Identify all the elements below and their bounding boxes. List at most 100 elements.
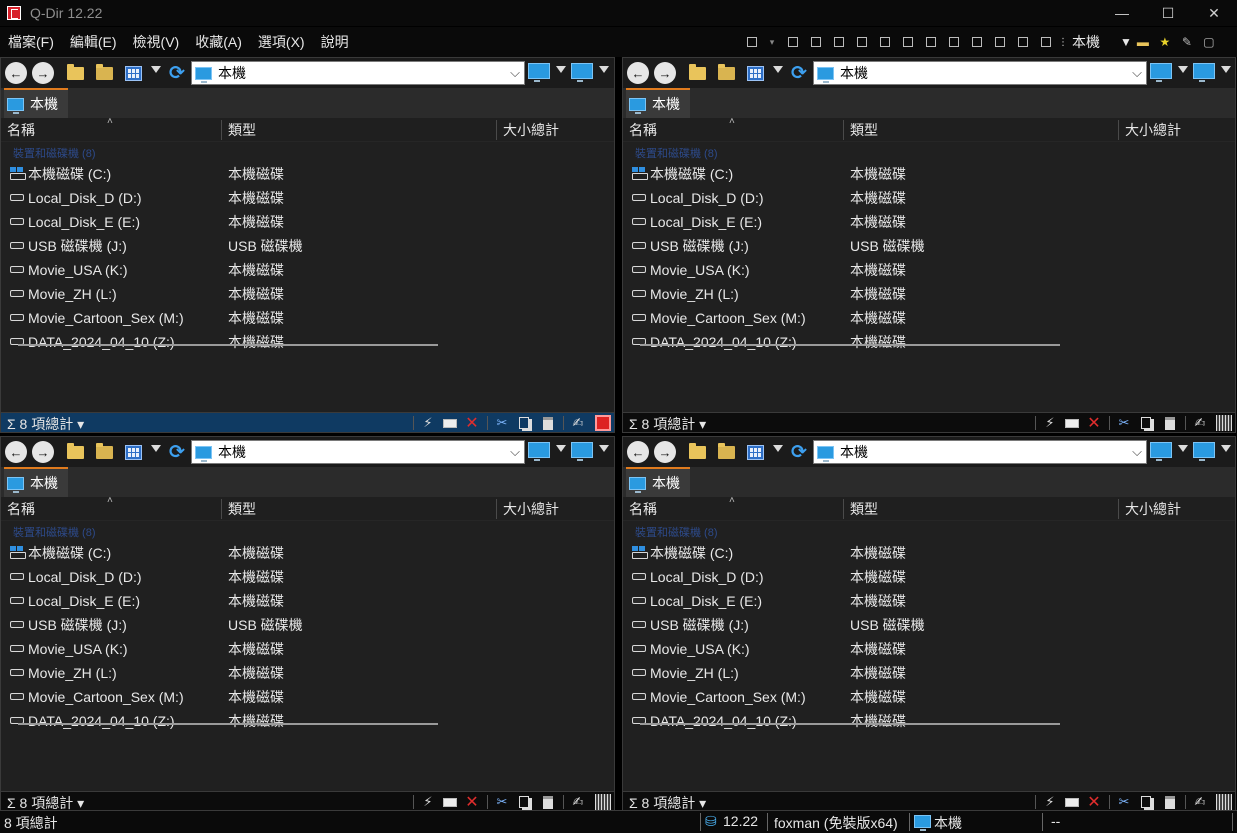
horizontal-scrollbar[interactable]	[18, 723, 438, 725]
drive-row[interactable]: Local_Disk_D (D:) 本機磁碟	[623, 186, 1235, 210]
drive-row[interactable]: Movie_USA (K:) 本機磁碟	[1, 637, 614, 661]
address-bar[interactable]: 本機 ⌵	[191, 61, 525, 85]
desktop-b-icon[interactable]	[571, 63, 593, 82]
drive-row[interactable]: Movie_Cartoon_Sex (M:) 本機磁碟	[623, 685, 1235, 709]
layout-mixed-a-icon[interactable]	[965, 27, 988, 57]
desktop-a-icon[interactable]	[528, 442, 550, 461]
column-type[interactable]: 類型	[844, 118, 1118, 142]
quick-launch-icon[interactable]: ⚡	[1041, 794, 1059, 810]
open-folder-icon[interactable]	[94, 63, 114, 83]
forward-icon[interactable]: →	[32, 441, 54, 463]
view-mode-icon[interactable]	[745, 63, 765, 83]
column-type[interactable]: 類型	[844, 497, 1118, 521]
drive-row[interactable]: Movie_ZH (L:) 本機磁碟	[623, 661, 1235, 685]
drive-row[interactable]: Movie_Cartoon_Sex (M:) 本機磁碟	[1, 306, 614, 330]
horizontal-scrollbar[interactable]	[640, 723, 1060, 725]
layout-3pane-b-icon[interactable]	[827, 27, 850, 57]
drive-row[interactable]: 本機磁碟 (C:) 本機磁碟	[623, 541, 1235, 565]
desktop-a-dropdown-icon[interactable]	[556, 445, 566, 452]
view-mode-dropdown-icon[interactable]	[773, 445, 783, 452]
back-icon[interactable]: ←	[627, 441, 649, 463]
layout-mixed-c-icon[interactable]	[1011, 27, 1034, 57]
pane-options-icon[interactable]	[595, 415, 611, 431]
drive-row[interactable]: Movie_Cartoon_Sex (M:) 本機磁碟	[1, 685, 614, 709]
open-folder-icon[interactable]	[716, 442, 736, 462]
drive-row[interactable]: Movie_ZH (L:) 本機磁碟	[1, 282, 614, 306]
email-icon[interactable]	[1063, 415, 1081, 431]
drive-row[interactable]: Movie_Cartoon_Sex (M:) 本機磁碟	[623, 306, 1235, 330]
column-size[interactable]: 大小總計	[497, 497, 615, 521]
desktop-b-dropdown-icon[interactable]	[1221, 66, 1231, 73]
group-header[interactable]: 裝置和磁碟機 (8)	[13, 524, 96, 540]
forward-icon[interactable]: →	[32, 62, 54, 84]
column-name[interactable]: 名稱 ˄	[623, 116, 843, 142]
network-icon[interactable]: ⋮	[1058, 37, 1068, 48]
drive-row[interactable]: Movie_USA (K:) 本機磁碟	[1, 258, 614, 282]
address-bar[interactable]: 本機 ⌵	[813, 61, 1147, 85]
menu-edit[interactable]: 編輯(E)	[70, 32, 117, 52]
column-name[interactable]: 名稱 ˄	[623, 495, 843, 521]
drive-row[interactable]: Local_Disk_D (D:) 本機磁碟	[1, 186, 614, 210]
drive-row[interactable]: Local_Disk_D (D:) 本機磁碟	[623, 565, 1235, 589]
copy-icon[interactable]	[1137, 415, 1155, 431]
up-folder-icon[interactable]	[687, 63, 707, 83]
desktop-b-dropdown-icon[interactable]	[599, 66, 609, 73]
paste-icon[interactable]	[539, 415, 557, 431]
layout-3pane-a-icon[interactable]	[804, 27, 827, 57]
view-mode-icon[interactable]	[123, 63, 143, 83]
favorites-star-icon[interactable]: ★	[1154, 27, 1176, 57]
layout-single-icon[interactable]	[1034, 27, 1057, 57]
column-size[interactable]: 大小總計	[1119, 497, 1237, 521]
desktop-a-icon[interactable]	[528, 63, 550, 82]
minimize-button[interactable]: —	[1099, 0, 1145, 26]
desktop-b-dropdown-icon[interactable]	[1221, 445, 1231, 452]
email-icon[interactable]	[1063, 794, 1081, 810]
desktop-b-dropdown-icon[interactable]	[599, 445, 609, 452]
layout-3row-icon[interactable]	[942, 27, 965, 57]
up-folder-icon[interactable]	[65, 442, 85, 462]
horizontal-scrollbar[interactable]	[640, 344, 1060, 346]
column-type[interactable]: 類型	[222, 497, 496, 521]
maximize-button[interactable]: ☐	[1145, 0, 1191, 26]
drive-row[interactable]: 本機磁碟 (C:) 本機磁碟	[1, 541, 614, 565]
refresh-icon[interactable]: ⟳	[789, 63, 809, 84]
refresh-icon[interactable]: ⟳	[789, 442, 809, 463]
up-folder-icon[interactable]	[687, 442, 707, 462]
open-folder-icon[interactable]	[94, 442, 114, 462]
tab-this-pc[interactable]: 本機	[626, 467, 690, 497]
group-header[interactable]: 裝置和磁碟機 (8)	[635, 524, 718, 540]
refresh-icon[interactable]: ⟳	[167, 442, 187, 463]
drive-row[interactable]: Movie_USA (K:) 本機磁碟	[623, 637, 1235, 661]
desktop-a-dropdown-icon[interactable]	[556, 66, 566, 73]
drive-row[interactable]: 本機磁碟 (C:) 本機磁碟	[1, 162, 614, 186]
email-icon[interactable]	[441, 415, 459, 431]
menu-location-label[interactable]: 本機	[1072, 32, 1100, 52]
drive-row[interactable]: Local_Disk_E (E:) 本機磁碟	[623, 210, 1235, 234]
address-bar[interactable]: 本機 ⌵	[813, 440, 1147, 464]
drive-row[interactable]: DATA_2024_04_10 (Z:) 本機磁碟	[623, 709, 1235, 733]
layout-dropdown-icon[interactable]: ▾	[763, 27, 781, 57]
delete-icon[interactable]: ✕	[1085, 794, 1103, 811]
delete-icon[interactable]: ✕	[463, 794, 481, 811]
forward-icon[interactable]: →	[654, 62, 676, 84]
layout-2pane-v-icon[interactable]	[919, 27, 942, 57]
drive-row[interactable]: Local_Disk_E (E:) 本機磁碟	[1, 589, 614, 613]
horizontal-scrollbar[interactable]	[18, 344, 438, 346]
desktop-b-icon[interactable]	[1193, 442, 1215, 461]
layout-3pane-c-icon[interactable]	[850, 27, 873, 57]
menu-options[interactable]: 選項(X)	[258, 32, 305, 52]
view-mode-icon[interactable]	[745, 442, 765, 462]
column-name[interactable]: 名稱 ˄	[1, 495, 221, 521]
layout-mixed-b-icon[interactable]	[988, 27, 1011, 57]
layout-4col-icon[interactable]	[896, 27, 919, 57]
menu-help[interactable]: 說明	[321, 32, 349, 52]
address-bar[interactable]: 本機 ⌵	[191, 440, 525, 464]
copy-icon[interactable]	[1137, 794, 1155, 810]
tools-icon[interactable]: ✎	[1176, 27, 1198, 57]
cut-icon[interactable]: ✂	[493, 794, 511, 810]
group-header[interactable]: 裝置和磁碟機 (8)	[635, 145, 718, 161]
folder-quick-icon[interactable]: ▬	[1132, 27, 1154, 57]
quick-launch-icon[interactable]: ⚡	[419, 794, 437, 810]
copy-icon[interactable]	[515, 415, 533, 431]
cut-icon[interactable]: ✂	[493, 415, 511, 431]
